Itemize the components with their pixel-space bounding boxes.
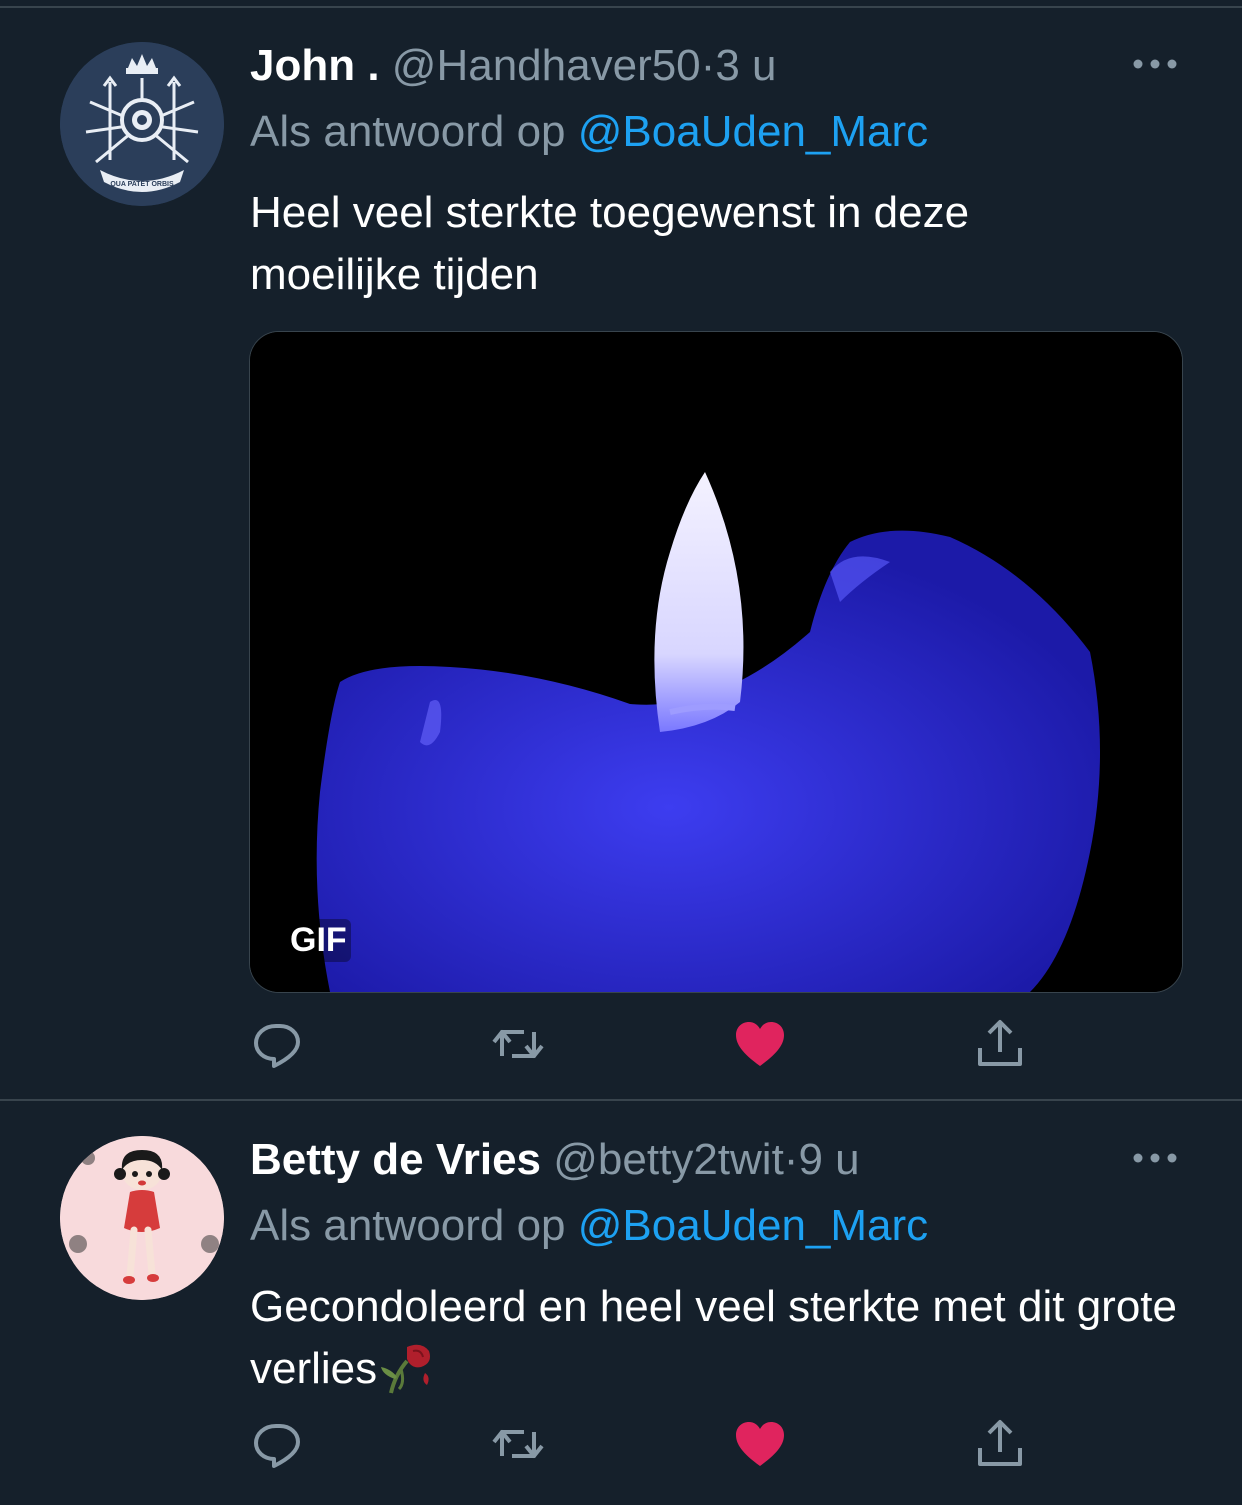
reply-icon xyxy=(254,1024,300,1068)
avatar-motto: QUA PATET ORBIS xyxy=(110,181,174,188)
tweet-actions xyxy=(250,1416,1080,1476)
avatar[interactable]: QUA PATET ORBIS xyxy=(60,42,224,206)
share-button[interactable] xyxy=(972,1016,1032,1076)
tweet-john[interactable]: QUA PATET ORBIS John . @Handhaver50·3 u … xyxy=(0,0,1242,1100)
separator-dot: · xyxy=(783,1135,799,1184)
more-options-button[interactable] xyxy=(1130,1148,1180,1168)
gif-media[interactable]: GIF xyxy=(249,331,1183,993)
reply-button[interactable] xyxy=(250,1016,310,1076)
user-handle[interactable]: @betty2twit xyxy=(553,1135,784,1184)
reply-mention-link[interactable]: @BoaUden_Marc xyxy=(578,1201,928,1250)
candle-gif-image xyxy=(250,332,1182,992)
betty-boop-avatar xyxy=(60,1136,224,1300)
share-icon xyxy=(978,1420,1022,1466)
timestamp[interactable]: 9 u xyxy=(798,1135,859,1184)
gif-badge: GIF xyxy=(286,919,351,962)
user-handle[interactable]: @Handhaver50 xyxy=(392,41,701,90)
reply-context: Als antwoord op @BoaUden_Marc xyxy=(250,104,928,160)
like-button[interactable] xyxy=(732,1416,792,1476)
timestamp[interactable]: 3 u xyxy=(715,41,776,90)
reply-button[interactable] xyxy=(250,1416,310,1476)
avatar[interactable] xyxy=(60,1136,224,1300)
coat-of-arms-icon: QUA PATET ORBIS xyxy=(60,42,224,206)
reply-icon xyxy=(254,1424,300,1468)
wilted-rose-icon xyxy=(377,1339,437,1395)
like-icon xyxy=(736,1022,784,1066)
display-name[interactable]: John . xyxy=(250,41,380,90)
retweet-icon xyxy=(492,1030,544,1058)
reply-context: Als antwoord op @BoaUden_Marc xyxy=(250,1198,928,1254)
retweet-button[interactable] xyxy=(488,1416,548,1476)
reply-prefix: Als antwoord op xyxy=(250,1201,566,1250)
reply-prefix: Als antwoord op xyxy=(250,107,566,156)
display-name[interactable]: Betty de Vries xyxy=(250,1135,541,1184)
retweet-icon xyxy=(492,1430,544,1458)
tweet-text: Heel veel sterkte toegewenst in deze moe… xyxy=(250,188,970,299)
like-icon xyxy=(736,1422,784,1466)
reply-mention-link[interactable]: @BoaUden_Marc xyxy=(578,107,928,156)
tweet-actions xyxy=(250,1016,1080,1076)
share-button[interactable] xyxy=(972,1416,1032,1476)
tweet-header: Betty de Vries @betty2twit·9 u xyxy=(250,1130,860,1190)
tweet-text-container: Gecondoleerd en heel veel sterkte met di… xyxy=(250,1276,1180,1400)
more-options-button[interactable] xyxy=(1130,54,1180,74)
tweet-header: John . @Handhaver50·3 u xyxy=(250,36,776,96)
retweet-button[interactable] xyxy=(488,1016,548,1076)
tweet-betty[interactable]: Betty de Vries @betty2twit·9 u Als antwo… xyxy=(0,1094,1242,1505)
separator-dot: · xyxy=(700,41,716,90)
more-icon xyxy=(1133,1153,1177,1163)
share-icon xyxy=(978,1020,1022,1066)
like-button[interactable] xyxy=(732,1016,792,1076)
more-icon xyxy=(1133,59,1177,69)
